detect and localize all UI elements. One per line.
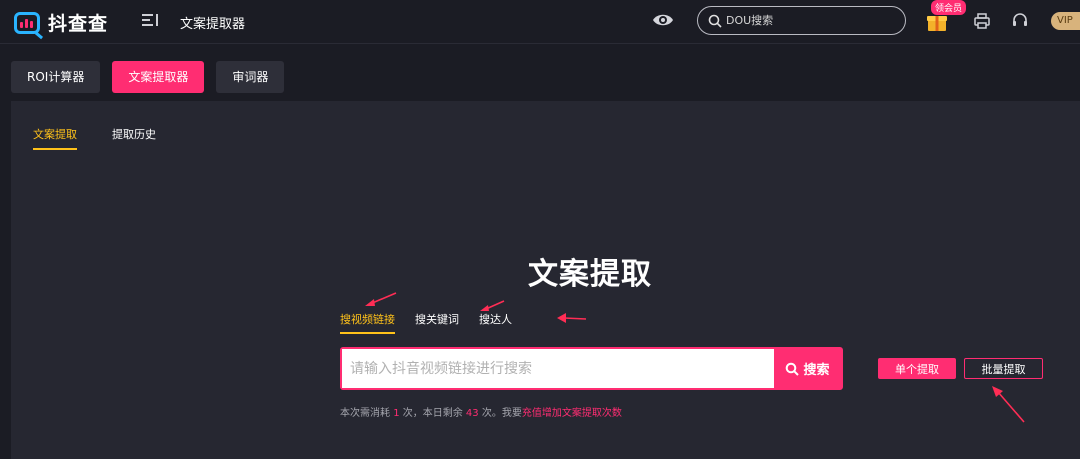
search-button-label: 搜索	[803, 363, 830, 378]
subtab-history[interactable]: 提取历史	[112, 126, 156, 150]
video-link-input[interactable]	[342, 349, 774, 388]
single-extract-button[interactable]: 单个提取	[878, 358, 956, 379]
recharge-link[interactable]: 充值增加文案提取次数	[522, 408, 622, 419]
logo[interactable]: 抖查查	[14, 9, 109, 39]
note-text: 本次需消耗	[340, 408, 394, 419]
mode-tabs: 搜视频链接 搜关键词 搜达人	[340, 311, 532, 334]
printer-icon[interactable]	[974, 13, 990, 29]
usage-note: 本次需消耗 1 次，本日剩余 43 次。我要充值增加文案提取次数	[340, 404, 622, 419]
gift-badge[interactable]: 领会员	[931, 0, 967, 15]
tool-tabs: ROI计算器 文案提取器 审词器	[11, 61, 296, 93]
tab-copy-extractor[interactable]: 文案提取器	[112, 61, 205, 93]
sub-tabs: 文案提取 提取历史	[33, 126, 191, 150]
vip-badge[interactable]: VIP	[1051, 12, 1080, 30]
top-bar: 抖查查 文案提取器 领会员 VIP	[0, 0, 1080, 44]
global-search-input[interactable]	[726, 14, 886, 27]
search-button[interactable]: 搜索	[774, 349, 841, 388]
annotation-arrow-icon	[365, 292, 397, 306]
batch-extract-button[interactable]: 批量提取	[964, 358, 1043, 379]
eye-icon[interactable]	[652, 11, 674, 29]
annotation-arrow-icon	[992, 386, 1025, 423]
app-title: 文案提取器	[180, 17, 246, 32]
main-panel: 文案提取 提取历史 文案提取 搜视频链接 搜关键词 搜达人 搜索 单个提取 批量…	[11, 101, 1080, 459]
logo-text: 抖查查	[48, 13, 109, 35]
tab-roi-calculator[interactable]: ROI计算器	[11, 61, 101, 93]
mode-tab-keyword[interactable]: 搜关键词	[415, 311, 459, 334]
note-text: 次，本日剩余	[399, 408, 466, 419]
subtab-extract[interactable]: 文案提取	[33, 126, 77, 150]
page-title: 文案提取	[528, 257, 652, 292]
video-search-bar: 搜索	[340, 347, 843, 390]
search-icon	[708, 14, 722, 28]
tab-word-checker[interactable]: 审词器	[216, 61, 285, 93]
note-text: 次。我要	[478, 408, 522, 419]
note-remaining: 43	[465, 408, 479, 419]
annotation-arrow-icon	[557, 313, 587, 323]
menu-icon[interactable]	[142, 14, 158, 28]
annotation-arrow-icon	[480, 300, 505, 311]
search-icon	[786, 362, 800, 376]
mode-tab-video-link[interactable]: 搜视频链接	[340, 311, 395, 334]
global-search[interactable]	[697, 6, 906, 35]
logo-icon	[14, 11, 44, 39]
mode-tab-creator[interactable]: 搜达人	[479, 311, 512, 334]
headset-icon[interactable]	[1012, 12, 1028, 28]
